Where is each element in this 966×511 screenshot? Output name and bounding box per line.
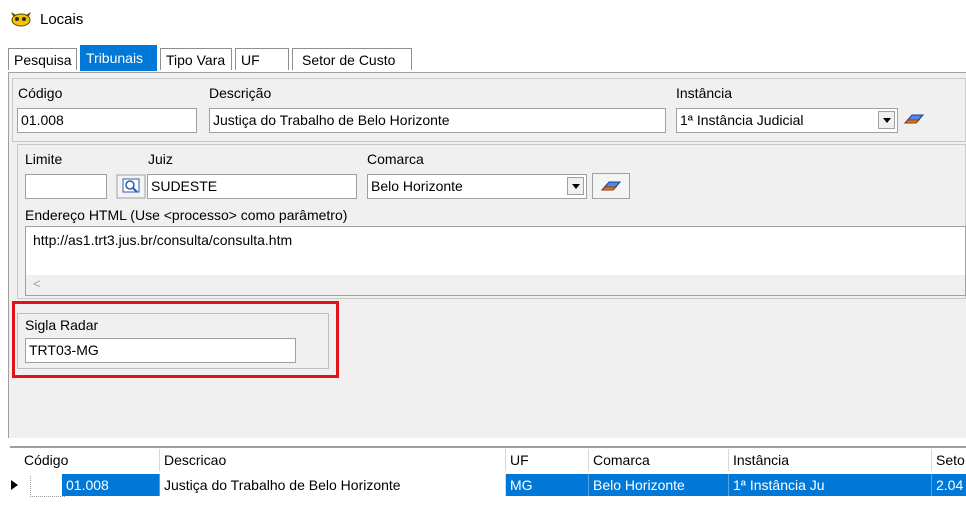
column-header-codigo[interactable]: Código <box>20 449 160 471</box>
row-indicator-icon <box>11 480 18 490</box>
title-bar <box>0 0 966 40</box>
endereco-label: Endereço HTML (Use <processo> como parâm… <box>25 207 348 223</box>
horizontal-scrollbar[interactable]: < <box>26 275 965 295</box>
limite-input[interactable] <box>25 174 107 199</box>
comarca-clear-button[interactable] <box>592 173 630 199</box>
tab-pesquisa[interactable]: Pesquisa <box>8 48 77 70</box>
column-header-descricao[interactable]: Descricao <box>160 449 506 471</box>
column-header-comarca[interactable]: Comarca <box>589 449 729 471</box>
table-cell-codigo[interactable]: 01.008 <box>62 474 160 496</box>
window-title: Locais <box>40 11 84 28</box>
comarca-value: Belo Horizonte <box>371 178 463 194</box>
juiz-label: Juiz <box>148 151 173 167</box>
tab-tribunais[interactable]: Tribunais <box>80 45 157 71</box>
scroll-left-icon[interactable]: < <box>33 276 41 291</box>
eraser-icon <box>600 181 622 191</box>
endereco-textarea[interactable]: http://as1.trt3.jus.br/consulta/consulta… <box>25 226 966 296</box>
comarca-select[interactable]: Belo Horizonte <box>367 174 587 199</box>
tab-uf[interactable]: UF <box>235 48 289 70</box>
juiz-input[interactable]: SUDESTE <box>147 174 357 199</box>
tree-line <box>30 476 65 497</box>
instancia-label: Instância <box>676 85 733 101</box>
tab-setor-de-custo[interactable]: Setor de Custo <box>292 48 412 70</box>
instancia-select[interactable]: 1ª Instância Judicial <box>676 108 898 133</box>
descricao-label: Descrição <box>209 85 272 101</box>
endereco-text: http://as1.trt3.jus.br/consulta/consulta… <box>33 232 293 248</box>
table-cell-comarca[interactable]: Belo Horizonte <box>589 474 729 496</box>
column-header-uf[interactable]: UF <box>506 449 589 471</box>
limite-label: Limite <box>25 151 63 167</box>
instancia-value: 1ª Instância Judicial <box>680 112 804 128</box>
table-cell-uf[interactable]: MG <box>506 474 589 496</box>
eraser-icon[interactable] <box>903 112 925 126</box>
codigo-input[interactable]: 01.008 <box>17 108 197 133</box>
descricao-input[interactable]: Justiça do Trabalho de Belo Horizonte <box>209 108 666 133</box>
highlight-box <box>12 301 339 378</box>
tab-tipo-vara[interactable]: Tipo Vara <box>160 48 232 70</box>
lookup-icon[interactable] <box>116 174 146 199</box>
app-icon <box>11 12 31 27</box>
instancia-dropdown-button[interactable] <box>878 111 895 129</box>
table-cell-descricao[interactable]: Justiça do Trabalho de Belo Horizonte <box>160 474 506 496</box>
column-header-setor[interactable]: Seto <box>932 449 966 471</box>
table-cell-setor[interactable]: 2.04 <box>932 474 966 496</box>
codigo-label: Código <box>18 85 63 101</box>
column-header-instancia[interactable]: Instância <box>729 449 932 471</box>
comarca-label: Comarca <box>367 151 424 167</box>
comarca-dropdown-button[interactable] <box>567 177 584 195</box>
table-cell-instancia[interactable]: 1ª Instância Ju <box>729 474 932 496</box>
